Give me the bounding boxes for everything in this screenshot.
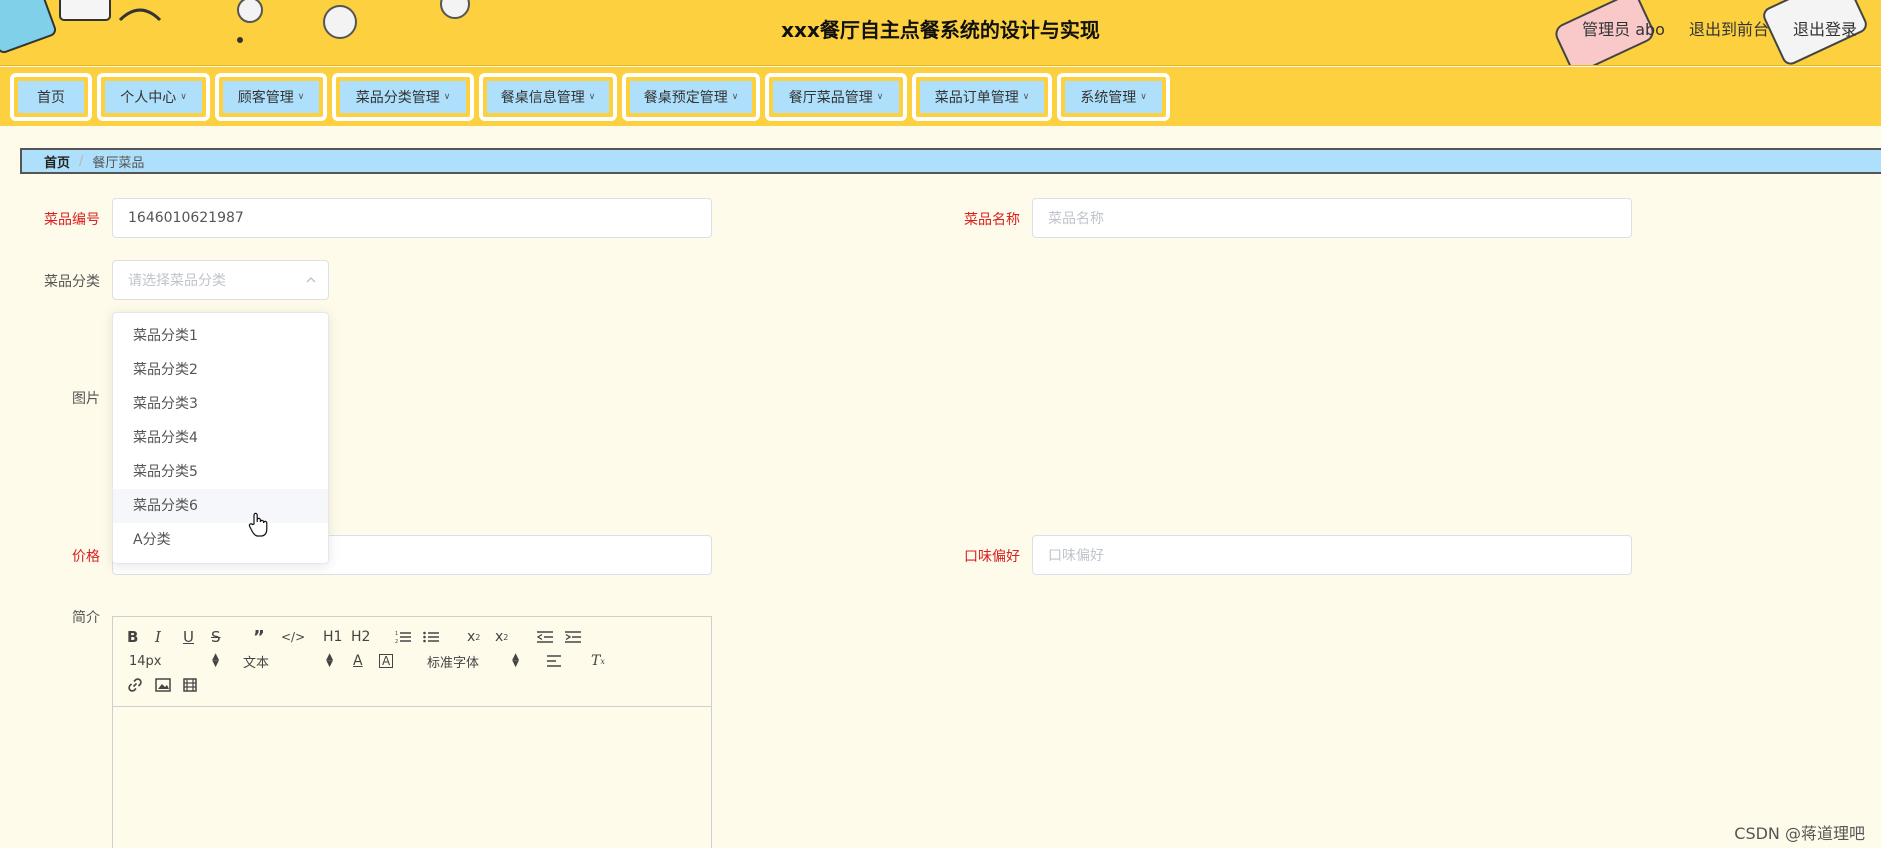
blockquote-icon[interactable]: ” <box>253 627 265 648</box>
dropdown-option[interactable]: 菜品分类1 <box>113 319 328 353</box>
price-label: 价格 <box>72 549 100 565</box>
chevron-down-icon: ∨ <box>1022 92 1030 102</box>
logout-link[interactable]: 退出登录 <box>1793 16 1857 40</box>
taste-input[interactable]: 口味偏好 <box>1032 535 1632 575</box>
editor-toolbar: B I U S ” </> H1 H2 12 x2 x2 14px ▲ ▼ 文本 … <box>113 617 711 707</box>
subscript-icon[interactable]: x2 <box>467 627 480 647</box>
video-icon[interactable] <box>183 675 197 695</box>
nav-item-dishes[interactable]: 餐厅菜品管理 ∨ <box>765 73 907 121</box>
updown-arrow-icon: ▲ ▼ <box>326 652 333 669</box>
watermark: CSDN @蒋道理吧 <box>1734 824 1865 843</box>
dropdown-option[interactable]: 菜品分类2 <box>113 353 328 387</box>
font-family-select[interactable]: 标准字体 ▲ ▼ <box>427 651 519 671</box>
svg-text:2: 2 <box>395 639 398 644</box>
indent-icon[interactable] <box>565 627 581 647</box>
chevron-down-icon: ∨ <box>297 92 305 102</box>
header: xxx餐厅自主点餐系统的设计与实现 管理员 abo 退出到前台 退出登录 <box>0 0 1881 66</box>
main-nav: 首页 个人中心 ∨ 顾客管理 ∨ 菜品分类管理 ∨ 餐桌信息管理 ∨ 餐桌预定管理 ∨ 餐… <box>0 67 1881 126</box>
heading1-icon[interactable]: H1 <box>323 627 342 647</box>
outdent-icon[interactable] <box>537 627 553 647</box>
nav-label: 个人中心 <box>120 90 177 106</box>
hand-cursor-icon <box>248 512 268 537</box>
nav-label: 顾客管理 <box>237 90 294 106</box>
category-dropdown: 菜品分类1 菜品分类2 菜品分类3 菜品分类4 菜品分类5 菜品分类6 A分类 <box>112 312 329 564</box>
ordered-list-icon[interactable]: 12 <box>395 627 411 647</box>
nav-label: 餐桌预定管理 <box>643 90 728 106</box>
nav-label: 首页 <box>37 90 65 106</box>
nav-item-personal-center[interactable]: 个人中心 ∨ <box>97 73 210 121</box>
nav-label: 餐厅菜品管理 <box>788 90 873 106</box>
nav-item-dish-category[interactable]: 菜品分类管理 ∨ <box>332 73 474 121</box>
superscript-icon[interactable]: x2 <box>495 627 508 647</box>
updown-arrow-icon: ▲ ▼ <box>512 652 519 669</box>
nav-item-table-booking[interactable]: 餐桌预定管理 ∨ <box>622 73 760 121</box>
nav-label: 菜品分类管理 <box>355 90 440 106</box>
nav-item-orders[interactable]: 菜品订单管理 ∨ <box>912 73 1052 121</box>
font-size-select[interactable]: 14px ▲ ▼ <box>129 651 219 671</box>
strikethrough-icon[interactable]: S <box>211 627 221 647</box>
font-family-value: 标准字体 <box>427 655 480 671</box>
font-color-icon[interactable]: A <box>353 651 363 671</box>
code-block-icon[interactable]: </> <box>281 627 305 647</box>
header-actions: 管理员 abo 退出到前台 退出登录 <box>1582 16 1857 40</box>
exit-to-front-link[interactable]: 退出到前台 <box>1689 16 1769 40</box>
nav-label: 系统管理 <box>1080 90 1137 106</box>
text-type-value: 文本 <box>243 655 270 671</box>
image-icon[interactable] <box>155 675 171 695</box>
italic-icon[interactable]: I <box>155 627 161 647</box>
editor-content[interactable] <box>113 707 711 848</box>
dish-name-label: 菜品名称 <box>964 212 1020 228</box>
chevron-down-icon: ∨ <box>443 92 451 102</box>
chevron-down-icon: ∨ <box>1140 92 1147 102</box>
nav-item-system[interactable]: 系统管理 ∨ <box>1057 73 1170 121</box>
taste-label: 口味偏好 <box>964 549 1020 565</box>
chevron-down-icon: ∨ <box>876 92 884 102</box>
nav-item-home[interactable]: 首页 <box>10 73 92 121</box>
dropdown-option[interactable]: 菜品分类3 <box>113 387 328 421</box>
dropdown-option[interactable]: 菜品分类5 <box>113 455 328 489</box>
category-label: 菜品分类 <box>44 274 100 290</box>
breadcrumb-home[interactable]: 首页 <box>44 152 70 171</box>
nav-label: 菜品订单管理 <box>934 90 1019 106</box>
font-size-value: 14px <box>129 653 162 669</box>
dropdown-option-hovered[interactable]: 菜品分类6 <box>113 489 328 523</box>
dish-name-input[interactable]: 菜品名称 <box>1032 198 1632 238</box>
category-placeholder: 请选择菜品分类 <box>128 273 226 289</box>
svg-text:1: 1 <box>395 631 398 637</box>
category-select[interactable]: 请选择菜品分类 <box>112 260 329 300</box>
dish-no-input[interactable]: 1646010621987 <box>112 198 712 238</box>
breadcrumb-current: 餐厅菜品 <box>92 155 145 171</box>
breadcrumb-separator: / <box>79 153 84 169</box>
intro-label: 简介 <box>72 610 100 626</box>
underline-icon[interactable]: U <box>183 627 194 647</box>
link-icon[interactable] <box>127 675 143 695</box>
nav-item-table-info[interactable]: 餐桌信息管理 ∨ <box>479 73 617 121</box>
current-user[interactable]: 管理员 abo <box>1582 16 1665 40</box>
dish-no-label: 菜品编号 <box>44 212 100 228</box>
align-icon[interactable] <box>547 651 563 671</box>
rich-text-editor: B I U S ” </> H1 H2 12 x2 x2 14px ▲ ▼ 文本 … <box>112 616 712 848</box>
updown-arrow-icon: ▲ ▼ <box>212 652 219 669</box>
clear-format-icon[interactable]: Tx <box>591 651 605 671</box>
text-type-select[interactable]: 文本 ▲ ▼ <box>243 651 333 671</box>
background-color-icon[interactable]: A <box>379 654 394 668</box>
image-label: 图片 <box>72 391 100 407</box>
nav-item-customers[interactable]: 顾客管理 ∨ <box>215 73 327 121</box>
bold-icon[interactable]: B <box>127 627 138 647</box>
chevron-down-icon: ∨ <box>731 92 739 102</box>
dropdown-option[interactable]: 菜品分类4 <box>113 421 328 455</box>
chevron-up-icon <box>306 276 316 283</box>
nav-label: 餐桌信息管理 <box>500 90 585 106</box>
dropdown-option[interactable]: A分类 <box>113 523 328 557</box>
chevron-down-icon: ∨ <box>588 92 596 102</box>
heading2-icon[interactable]: H2 <box>351 627 370 647</box>
chevron-down-icon: ∨ <box>180 92 187 102</box>
breadcrumb: 首页 / 餐厅菜品 <box>20 148 1881 174</box>
bullet-list-icon[interactable] <box>423 627 439 647</box>
